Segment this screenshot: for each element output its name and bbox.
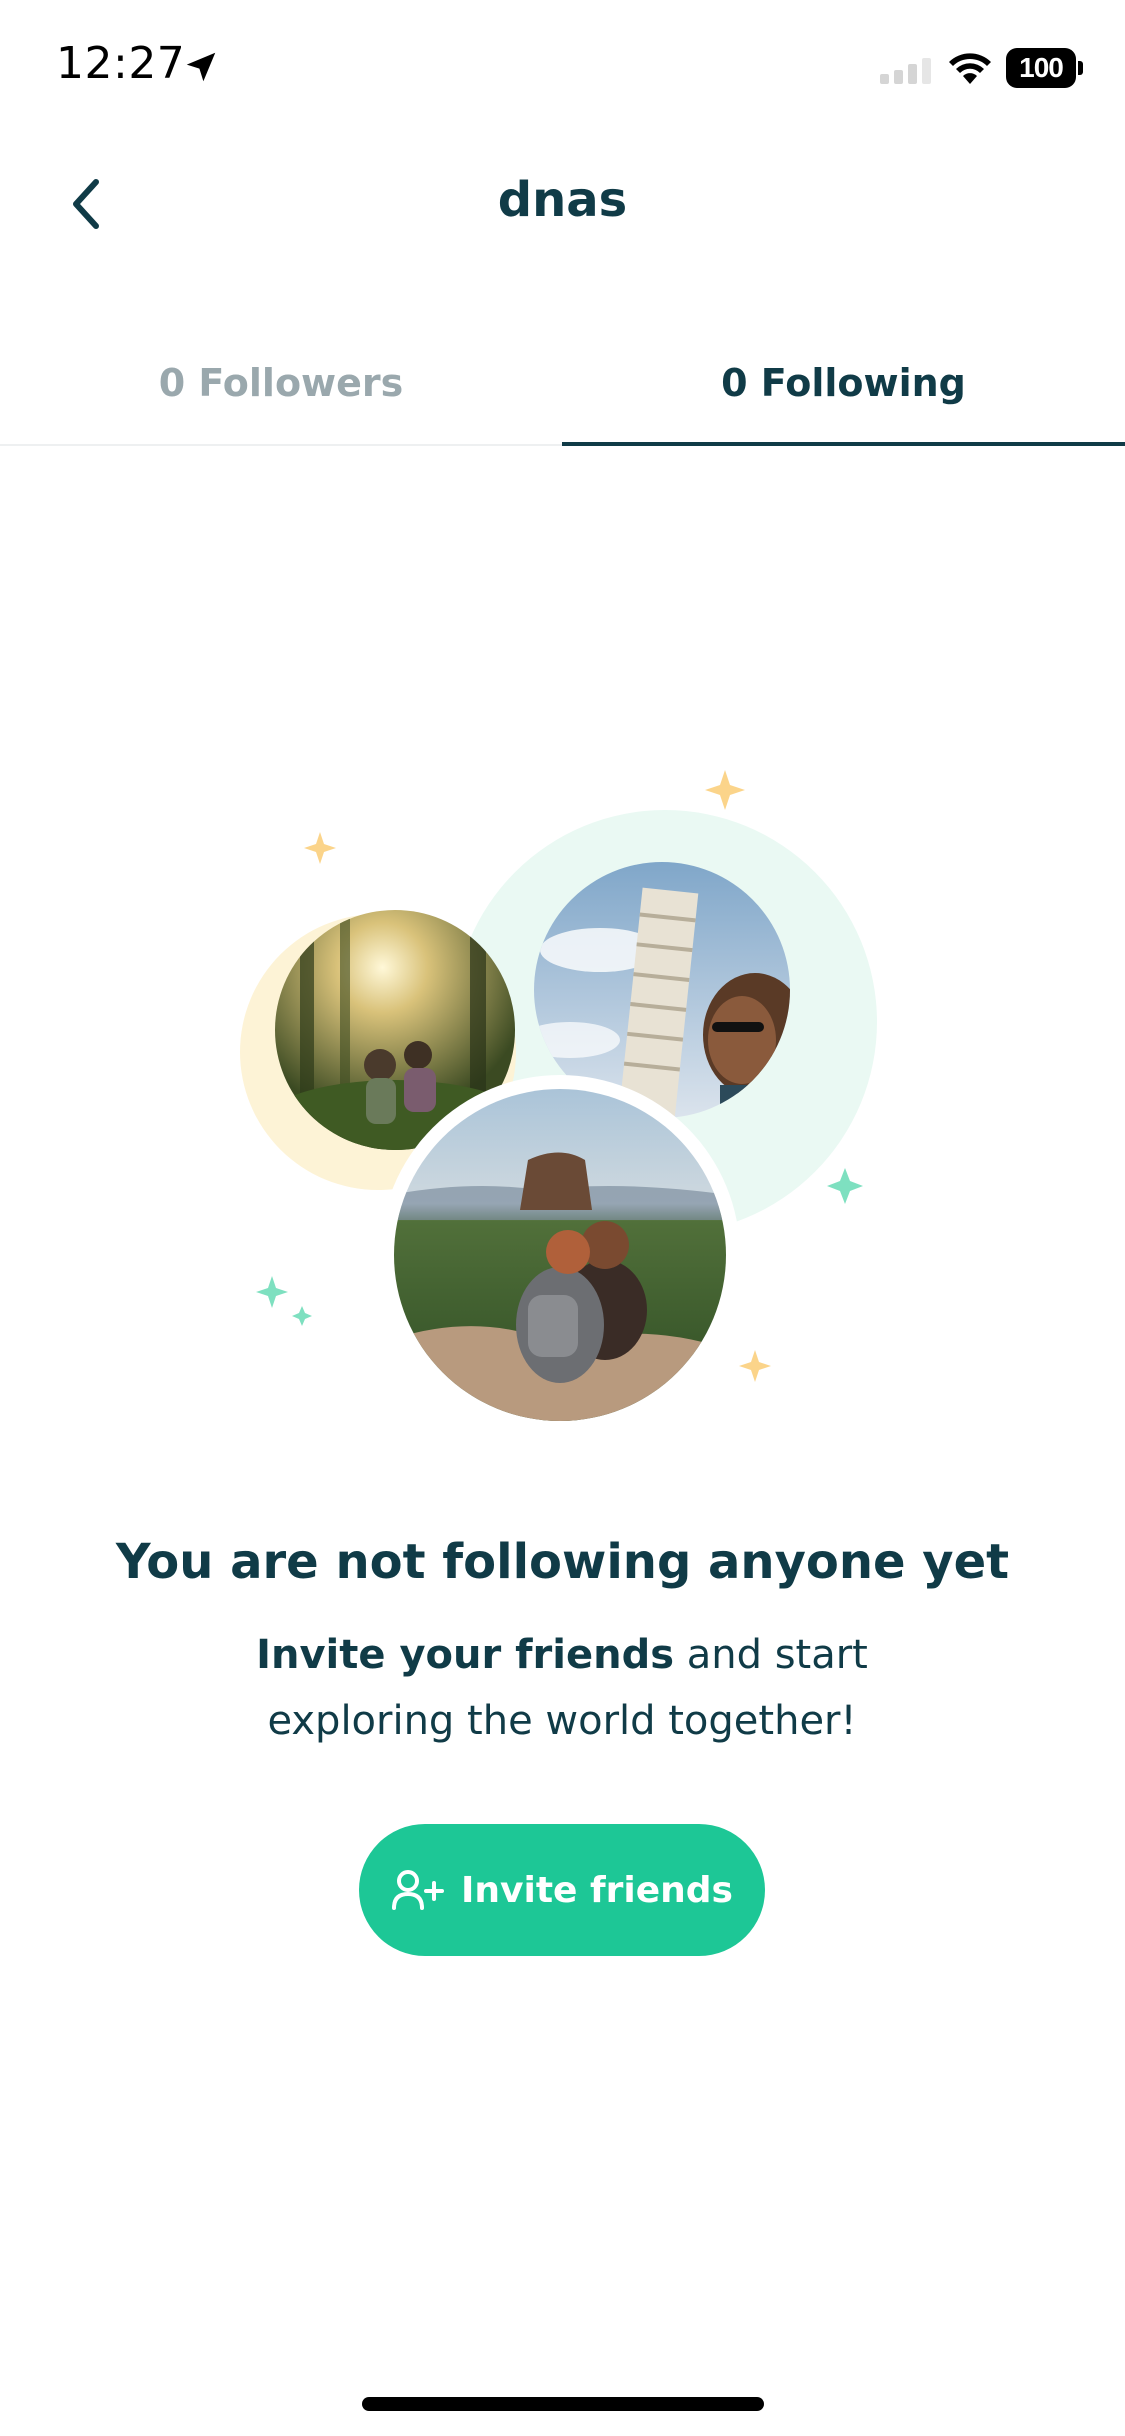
follow-tabs: 0 Followers 0 Following bbox=[0, 320, 1125, 446]
invite-friends-label: Invite friends bbox=[461, 1869, 733, 1911]
battery-level: 100 bbox=[1006, 48, 1076, 88]
invite-friends-emphasis: Invite your friends bbox=[256, 1632, 675, 1678]
tab-followers[interactable]: 0 Followers bbox=[0, 320, 562, 446]
status-time: 12:27 bbox=[56, 38, 186, 89]
location-arrow-icon bbox=[186, 52, 216, 82]
active-tab-indicator bbox=[562, 442, 1125, 446]
status-bar: 12:27 100 bbox=[0, 0, 1125, 140]
cellular-signal-icon bbox=[880, 58, 931, 84]
empty-state-description: Invite your friends and start exploring … bbox=[212, 1622, 912, 1754]
invite-friends-button[interactable]: Invite friends bbox=[359, 1824, 765, 1956]
empty-state-title: You are not following anyone yet bbox=[115, 1534, 1010, 1590]
home-indicator[interactable] bbox=[362, 2397, 764, 2411]
add-user-icon bbox=[392, 1870, 444, 1910]
description-line2: exploring the world together! bbox=[267, 1698, 857, 1744]
empty-state-illustration bbox=[0, 740, 1125, 1440]
battery-icon: 100 bbox=[1006, 48, 1083, 88]
description-line1-rest: and start bbox=[674, 1632, 868, 1678]
tab-following[interactable]: 0 Following bbox=[562, 320, 1125, 446]
battery-cap bbox=[1078, 61, 1083, 75]
wifi-icon bbox=[949, 53, 991, 84]
page-title: dnas bbox=[497, 172, 628, 228]
